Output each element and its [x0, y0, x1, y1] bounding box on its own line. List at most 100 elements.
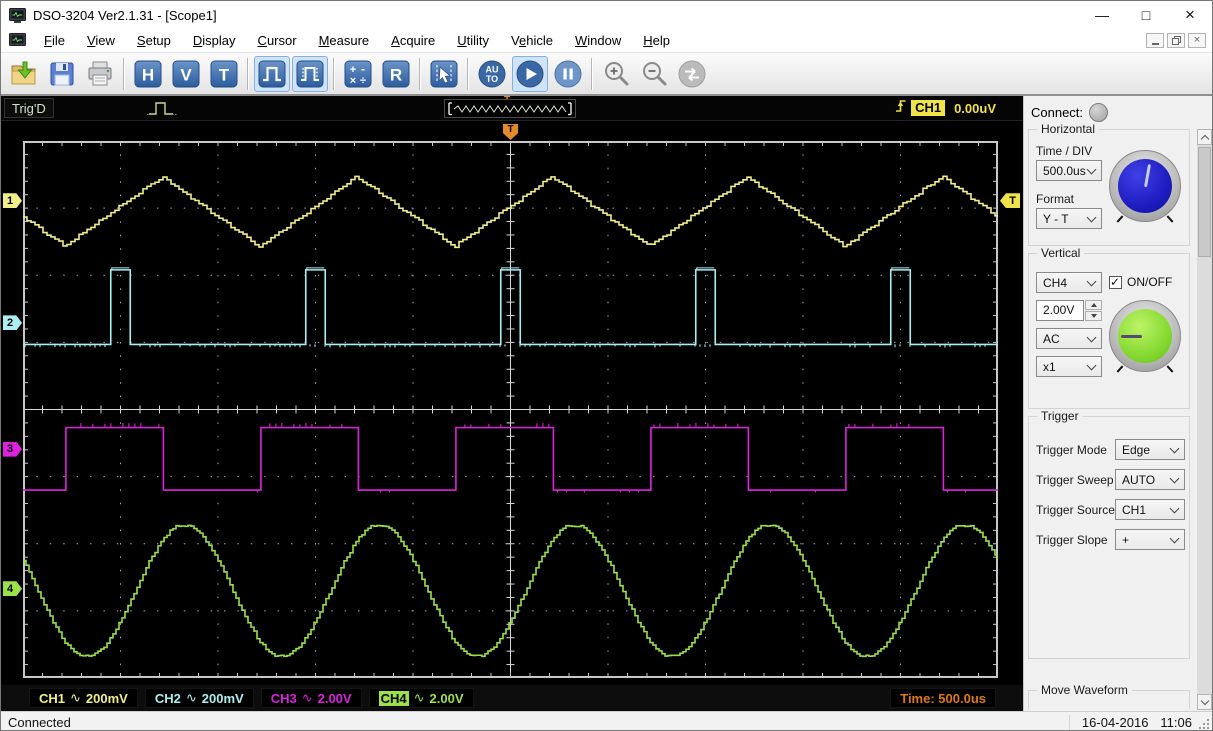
status-bar: Connected 16-04-2016 11:06	[1, 711, 1212, 730]
waveform-preview[interactable]	[444, 99, 576, 118]
ch1-position-marker[interactable]: 1	[3, 193, 22, 209]
mdi-minimize-button[interactable]	[1146, 33, 1164, 48]
format-label: Format	[1036, 192, 1075, 206]
autoset-button[interactable]: AU TO	[474, 56, 510, 92]
open-file-button[interactable]	[6, 56, 42, 92]
trigger-source-select[interactable]: CH1	[1115, 499, 1185, 520]
pause-button[interactable]	[550, 56, 586, 92]
status-time: 11:06	[1160, 714, 1192, 730]
coupling-select[interactable]: AC	[1036, 328, 1102, 349]
format-select[interactable]: Y - T	[1036, 208, 1102, 229]
channel-status-ch3[interactable]: CH3 ∿ 2.00V	[260, 688, 362, 708]
channel-select[interactable]: CH4	[1036, 272, 1102, 293]
channel-select-value: CH4	[1043, 275, 1068, 290]
vertical-setup-button[interactable]: V	[168, 56, 204, 92]
close-button[interactable]: ×	[1168, 2, 1212, 29]
zoom-out-button[interactable]	[636, 56, 672, 92]
menu-file[interactable]: File	[33, 30, 76, 52]
knob-tick	[1166, 365, 1174, 373]
trigger-sweep-select[interactable]: AUTO	[1115, 469, 1185, 490]
chevron-down-icon	[1086, 276, 1097, 286]
resize-grip[interactable]	[1207, 727, 1209, 729]
channel-status-ch4[interactable]: CH4 ∿ 2.00V	[368, 688, 474, 708]
volts-div-spinner: 2.00V	[1036, 300, 1102, 321]
svg-text:÷: ÷	[360, 75, 366, 87]
save-button[interactable]	[44, 56, 80, 92]
trigger-position-marker[interactable]: T	[503, 124, 518, 140]
menu-cursor[interactable]: Cursor	[247, 30, 308, 52]
chevron-down-icon	[1086, 164, 1097, 174]
chevron-up-icon	[1200, 134, 1209, 143]
svg-text:×: ×	[350, 75, 356, 87]
trigger-readout: CH1 0.00uV	[894, 98, 996, 118]
ch4-position-marker[interactable]: 4	[3, 581, 22, 597]
probe-select[interactable]: x1	[1036, 356, 1102, 377]
menu-display[interactable]: Display	[182, 30, 247, 52]
trigger-mode-select[interactable]: Edge	[1115, 439, 1185, 460]
horizontal-group: Horizontal Time / DIV 500.0us Format Y -…	[1028, 122, 1190, 246]
trigger-source-value: CH1	[1122, 502, 1147, 517]
scrollbar-thumb[interactable]	[1198, 147, 1211, 257]
channel-status-ch2[interactable]: CH2 ∿ 200mV	[144, 688, 254, 708]
onoff-checkbox[interactable]	[1109, 275, 1122, 289]
mdi-close-button[interactable]: ×	[1188, 33, 1206, 48]
trigger-source-label: Trigger Source	[1036, 503, 1115, 517]
minimize-button[interactable]: —	[1080, 2, 1124, 29]
chevron-down-icon	[1169, 533, 1180, 543]
mdi-restore-button[interactable]	[1167, 33, 1185, 48]
ch2-position-marker[interactable]: 2	[3, 315, 22, 331]
menu-window[interactable]: Window	[564, 30, 632, 52]
panel-scrollbar[interactable]	[1197, 129, 1212, 710]
scope-top-bar: Trig'D T CH1 0.00uV	[1, 95, 1023, 121]
menu-view[interactable]: View	[76, 30, 126, 52]
volts-div-value[interactable]: 2.00V	[1036, 300, 1084, 321]
scroll-down-button[interactable]	[1197, 694, 1212, 710]
sync-button[interactable]	[674, 56, 710, 92]
title-bar: DSO-3204 Ver2.1.31 - [Scope1] — □ ×	[1, 1, 1212, 29]
menu-acquire[interactable]: Acquire	[380, 30, 446, 52]
zoom-in-button[interactable]	[598, 56, 634, 92]
trigger-slope-select[interactable]: +	[1115, 529, 1185, 550]
horizontal-setup-button[interactable]: H	[130, 56, 166, 92]
spinner-up-button[interactable]	[1085, 300, 1102, 310]
coupling-value: AC	[1043, 331, 1060, 346]
cursor-measure-button[interactable]	[426, 56, 462, 92]
channel-status-ch1[interactable]: CH1 ∿ 200mV	[29, 688, 138, 708]
svg-text:-: -	[361, 62, 365, 76]
menu-vehicle[interactable]: Vehicle	[500, 30, 564, 52]
statusbar-right: 16-04-2016 11:06	[1068, 714, 1192, 730]
scroll-up-button[interactable]	[1197, 129, 1212, 145]
svg-text:R: R	[390, 65, 402, 84]
trigger-setup-button[interactable]: T	[206, 56, 242, 92]
move-waveform-group: Move Waveform	[1028, 683, 1190, 709]
menu-items: File View Setup Display Cursor Measure Acquire…	[33, 30, 681, 52]
svg-text:T: T	[219, 65, 230, 84]
up-arrow-icon	[1090, 303, 1097, 307]
print-button[interactable]	[82, 56, 118, 92]
menu-setup[interactable]: Setup	[126, 30, 182, 52]
pulse-waveform-button[interactable]	[254, 55, 290, 92]
menu-utility[interactable]: Utility	[446, 30, 500, 52]
trigger-level-marker[interactable]: T	[1000, 193, 1020, 209]
connect-label: Connect:	[1031, 104, 1084, 120]
reference-wave-button[interactable]: R	[378, 56, 414, 92]
run-button[interactable]	[512, 55, 548, 92]
time-div-value: 500.0us	[1043, 163, 1086, 178]
horizontal-knob[interactable]	[1109, 150, 1181, 223]
graticule-canvas	[23, 141, 998, 678]
mdi-controls: ×	[1143, 33, 1212, 48]
toolbar-separator	[333, 57, 335, 90]
math-button[interactable]: + - × ÷	[340, 56, 376, 92]
spinner-down-button[interactable]	[1085, 311, 1102, 321]
menu-measure[interactable]: Measure	[308, 30, 381, 52]
toolbar-separator	[591, 57, 593, 90]
vertical-knob[interactable]	[1109, 300, 1181, 373]
onoff-label: ON/OFF	[1127, 275, 1173, 289]
menu-help[interactable]: Help	[632, 30, 681, 52]
pulse-train-button[interactable]	[292, 55, 328, 92]
chevron-down-icon	[1086, 332, 1097, 342]
maximize-button[interactable]: □	[1124, 2, 1168, 29]
time-div-select[interactable]: 500.0us	[1036, 160, 1102, 181]
ch3-position-marker[interactable]: 3	[3, 441, 22, 457]
trigger-source-chip: CH1	[911, 100, 946, 116]
